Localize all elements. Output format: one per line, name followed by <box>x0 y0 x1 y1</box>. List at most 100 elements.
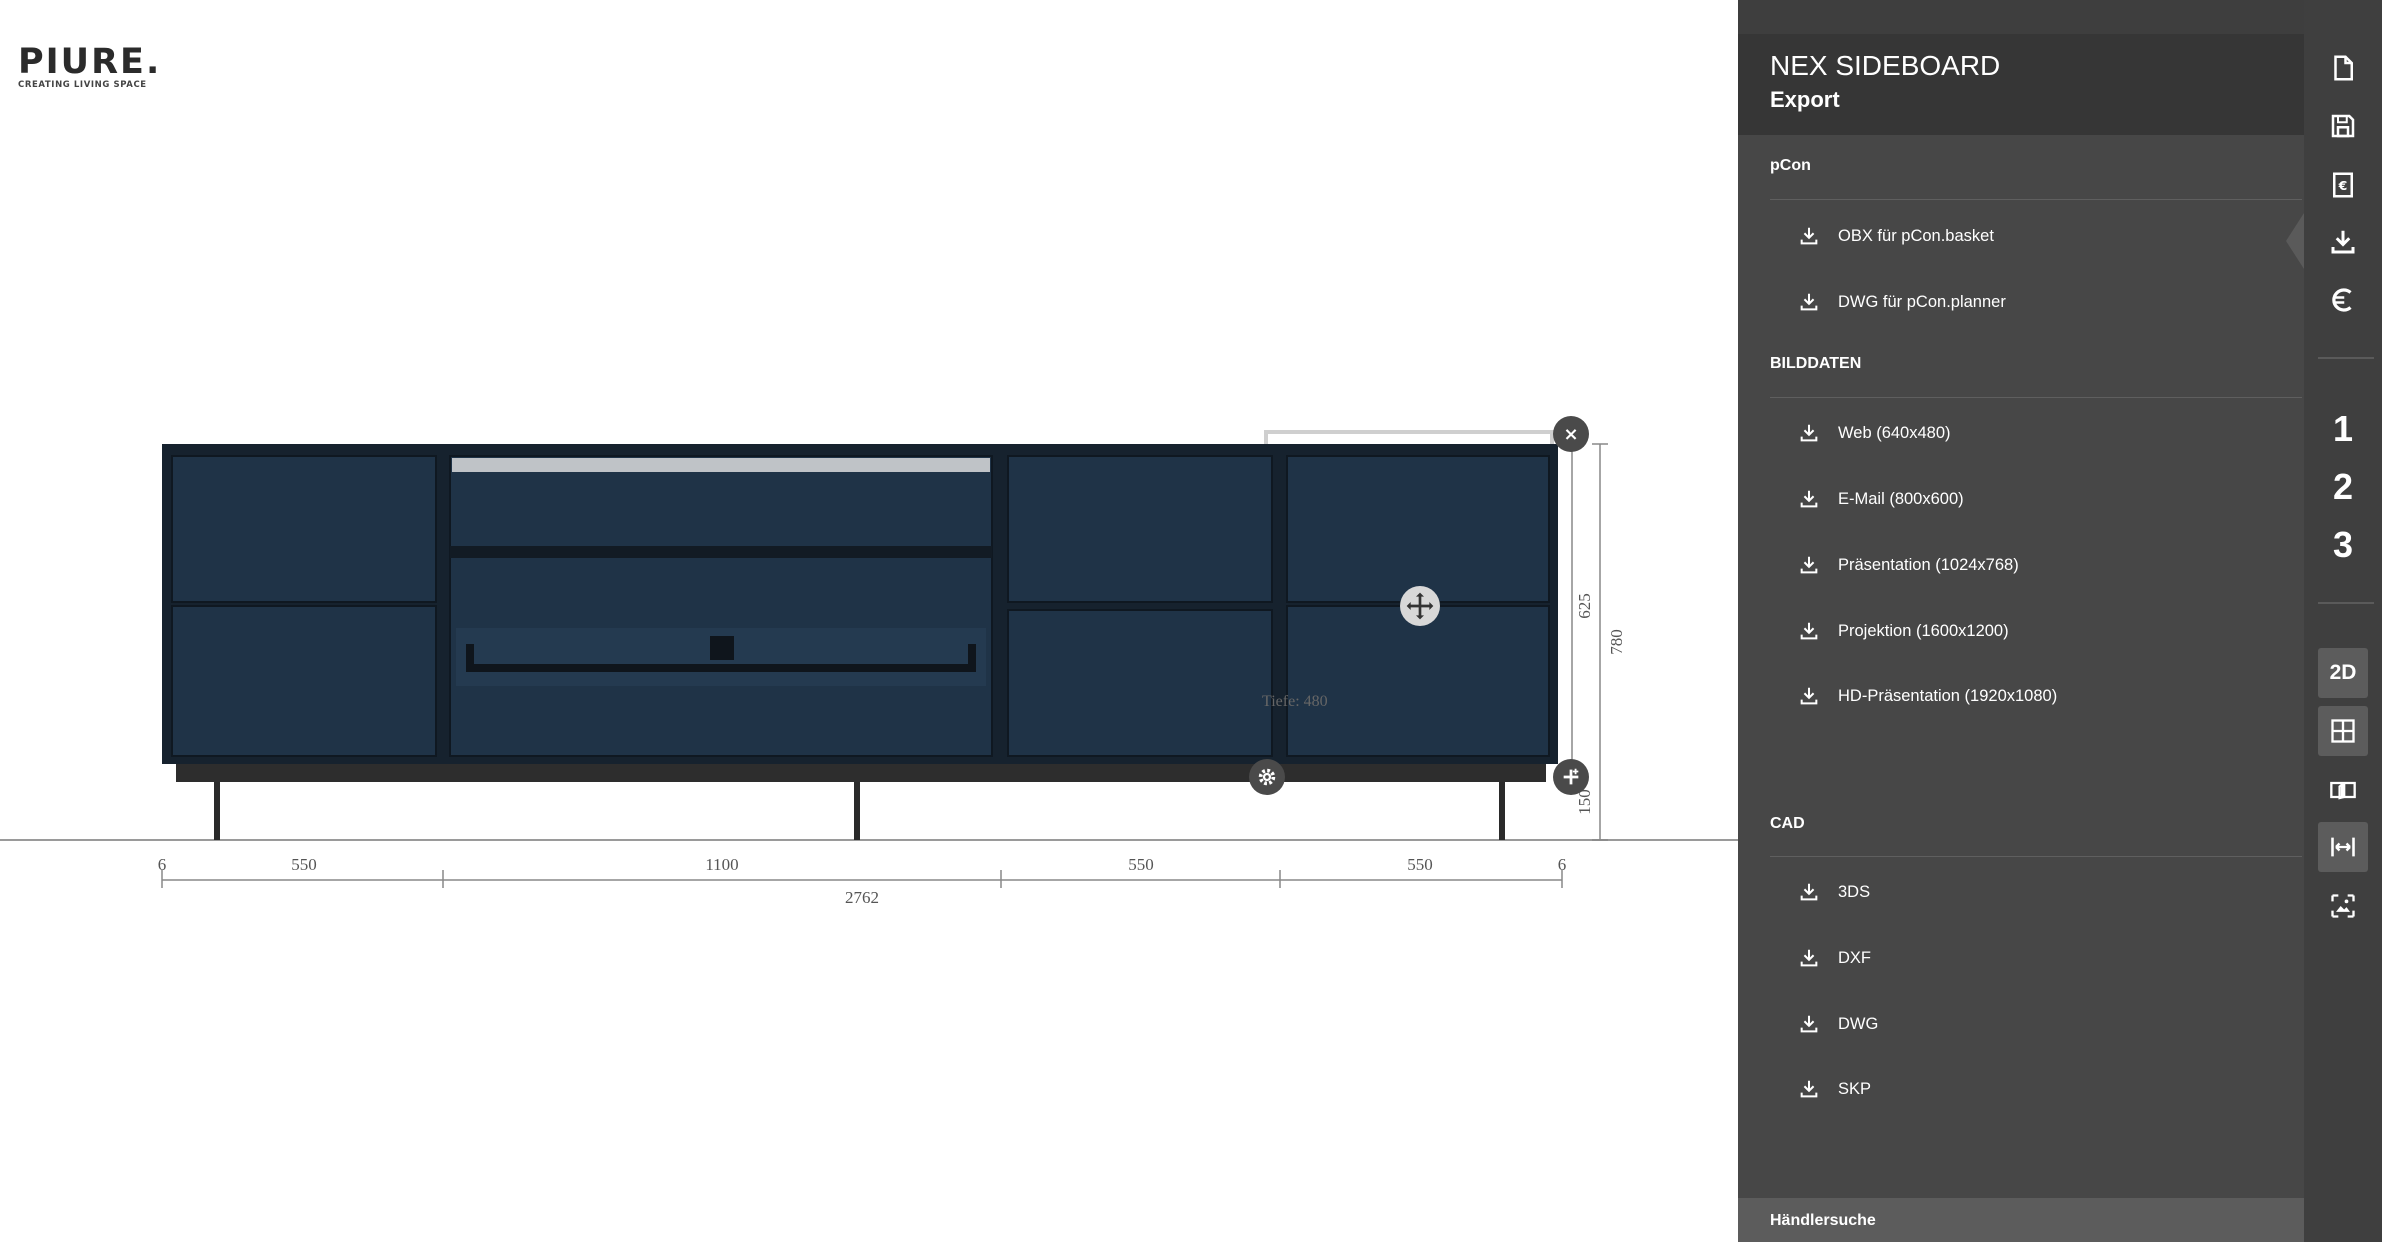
door-panel <box>171 455 437 603</box>
download-icon <box>1800 687 1818 705</box>
download-icon <box>1800 227 1818 245</box>
handle-end <box>968 644 976 672</box>
right-toolbar: € 1 2 3 2D <box>2304 0 2382 1242</box>
export-dxf-link[interactable]: DXF <box>1798 943 1871 973</box>
item-label: DXF <box>1838 948 1871 967</box>
door-panel <box>1007 609 1273 757</box>
open-doors-button[interactable] <box>2318 765 2368 815</box>
download-icon <box>1800 622 1818 640</box>
item-label: Präsentation (1024x768) <box>1838 555 2019 574</box>
door-panel <box>1286 455 1550 603</box>
step-3-button[interactable]: 3 <box>2318 520 2368 570</box>
door-panel <box>171 605 437 757</box>
export-dwg-planner-link[interactable]: DWG für pCon.planner <box>1798 287 2006 317</box>
download-icon <box>2331 230 2355 254</box>
dealer-search-label: Händlersuche <box>1770 1212 1876 1229</box>
item-label: E-Mail (800x600) <box>1838 489 1964 508</box>
divider <box>1770 397 2302 398</box>
download-icon <box>1800 556 1818 574</box>
new-file-button[interactable] <box>2318 43 2368 93</box>
export-skp-link[interactable]: SKP <box>1798 1074 1871 1104</box>
download-button[interactable] <box>2318 217 2368 267</box>
grid-icon <box>2331 719 2355 743</box>
close-button[interactable]: × <box>1553 416 1589 452</box>
leg <box>1499 782 1505 840</box>
toolbar-divider <box>2318 357 2374 359</box>
plinth <box>176 764 1546 782</box>
export-projection-link[interactable]: Projektion (1600x1200) <box>1798 616 2009 646</box>
shelf-divider <box>450 546 992 558</box>
settings-button[interactable] <box>1249 759 1285 795</box>
toolbar-divider <box>2318 602 2374 604</box>
item-label: DWG für pCon.planner <box>1838 292 2006 311</box>
export-dwg-link[interactable]: DWG <box>1798 1009 1878 1039</box>
dimensions-icon <box>2331 837 2355 857</box>
step-2-button[interactable]: 2 <box>2318 462 2368 512</box>
sideboard-drawing: Tiefe: 480 6 550 1100 550 550 6 2762 625… <box>0 430 1738 907</box>
dimensions-button[interactable] <box>2318 822 2368 872</box>
top-strip <box>452 458 990 472</box>
download-icon <box>1800 1080 1818 1098</box>
dim-label: 550 <box>1128 855 1154 874</box>
export-obx-link[interactable]: OBX für pCon.basket <box>1798 221 1994 251</box>
door-panel <box>1286 605 1550 757</box>
dealer-search-bar[interactable]: Händlersuche <box>1738 1198 2304 1242</box>
depth-label: Tiefe: 480 <box>1262 693 1328 710</box>
lock <box>710 636 734 660</box>
save-button[interactable] <box>2318 101 2368 151</box>
add-icon <box>1563 768 1579 785</box>
leg <box>854 782 860 840</box>
dim-label: 6 <box>1558 855 1567 874</box>
export-email-link[interactable]: E-Mail (800x600) <box>1798 484 1964 514</box>
price-icon: € <box>2333 172 2353 198</box>
height-total-label: 780 <box>1607 629 1626 655</box>
item-label: SKP <box>1838 1079 1872 1098</box>
save-icon <box>2331 114 2355 138</box>
handle-bar <box>466 664 976 672</box>
item-label: Web (640x480) <box>1838 423 1951 442</box>
dim-label: 550 <box>291 855 317 874</box>
download-icon <box>1800 1015 1818 1033</box>
item-label: HD-Präsentation (1920x1080) <box>1838 686 2058 705</box>
export-presentation-link[interactable]: Präsentation (1024x768) <box>1798 550 2019 580</box>
divider <box>1770 199 2302 200</box>
add-module-button[interactable] <box>1553 759 1589 795</box>
section-pcon-heading: pCon <box>1770 157 1811 174</box>
close-icon: × <box>1563 423 1579 445</box>
price-button[interactable]: € <box>2318 160 2368 210</box>
panel-topstrip <box>1738 0 2304 34</box>
handle-end <box>466 644 474 672</box>
item-label: OBX für pCon.basket <box>1838 226 1994 245</box>
design-canvas[interactable]: PIURE. CREATING LIVING SPACE Tiefe: 480 … <box>0 0 1738 1242</box>
height-body-label: 625 <box>1575 593 1594 619</box>
panel-title: NEX SIDEBOARD <box>1770 50 2001 81</box>
download-icon <box>1800 883 1818 901</box>
item-label: Projektion (1600x1200) <box>1838 621 2009 640</box>
door-panel <box>1007 455 1273 603</box>
dim-label: 6 <box>158 855 167 874</box>
gear-icon <box>1258 768 1276 786</box>
section-bilddaten-heading: BILDDATEN <box>1770 355 1862 372</box>
export-3ds-link[interactable]: 3DS <box>1798 877 1870 907</box>
door-panel <box>449 455 993 757</box>
item-label: 3DS <box>1838 882 1871 901</box>
divider <box>1770 856 2302 857</box>
leg <box>214 782 220 840</box>
scene-icon <box>2331 894 2355 918</box>
export-web-link[interactable]: Web (640x480) <box>1798 418 1951 448</box>
download-icon <box>1800 424 1818 442</box>
export-hd-presentation-link[interactable]: HD-Präsentation (1920x1080) <box>1798 681 2057 711</box>
step-1-button[interactable]: 1 <box>2318 404 2368 454</box>
item-label: DWG <box>1838 1014 1879 1033</box>
move-icon <box>1406 592 1434 620</box>
scene-button[interactable] <box>2318 881 2368 931</box>
view-2d-button[interactable]: 2D <box>2318 648 2368 698</box>
currency-button[interactable] <box>2318 275 2368 325</box>
move-handle[interactable] <box>1400 586 1440 626</box>
section-cad-heading: CAD <box>1770 815 1805 832</box>
download-icon <box>1800 293 1818 311</box>
currency-icon <box>2332 288 2352 312</box>
total-width-label: 2762 <box>845 888 879 907</box>
open-door-icon <box>2330 781 2356 800</box>
grid-view-button[interactable] <box>2318 706 2368 756</box>
